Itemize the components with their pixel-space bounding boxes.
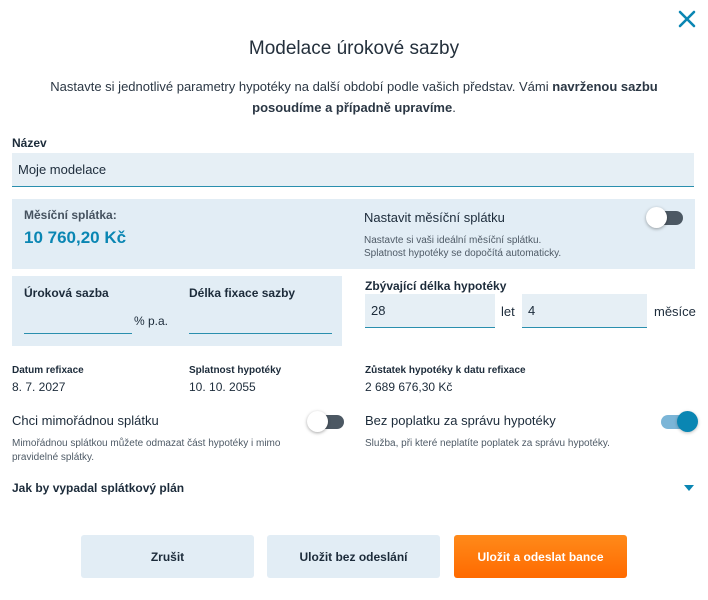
save-and-send-button[interactable]: Uložit a odeslat bance [454, 535, 627, 578]
help-line: Splatnost hypotéky se dopočítá automatic… [364, 248, 562, 259]
save-without-sending-button[interactable]: Uložit bez odeslání [267, 535, 440, 578]
monthly-payment-value: 10 760,20 Kč [24, 228, 127, 247]
set-monthly-payment-help: Nastavte si vaši ideální měsíční splátku… [364, 234, 624, 260]
monthly-payment-label: Měsíční splátka: [24, 208, 117, 222]
interest-rate-unit: % p.a. [134, 314, 169, 328]
maturity-value: 10. 10. 2055 [189, 380, 256, 394]
remaining-years-input[interactable] [365, 294, 495, 328]
set-monthly-payment-label: Nastavit měsíční splátku [364, 210, 505, 225]
dialog-title: Modelace úrokové sazby [248, 38, 460, 59]
years-unit: let [501, 304, 515, 319]
repayment-plan-expander[interactable]: Jak by vypadal splátkový plán [12, 476, 696, 500]
repayment-plan-label: Jak by vypadal splátkový plán [12, 481, 185, 495]
intro-suffix: . [452, 100, 456, 115]
intro-text: Nastavte si jednotlivé parametry hypoték… [50, 79, 553, 94]
close-button[interactable] [674, 6, 700, 32]
toggle-knob [677, 411, 698, 432]
no-fee-toggle[interactable] [661, 411, 698, 432]
toggle-knob [646, 207, 667, 228]
monthly-payment-panel: Měsíční splátka: 10 760,20 Kč Nastavit m… [12, 199, 695, 269]
name-label: Název [12, 136, 47, 150]
no-fee-help: Služba, při které neplatíte poplatek za … [365, 438, 610, 449]
dialog-intro: Nastavte si jednotlivé parametry hypoték… [14, 76, 694, 118]
extra-payment-toggle[interactable] [307, 411, 344, 432]
remaining-months-input[interactable] [522, 294, 647, 328]
balance-value: 2 689 676,30 Kč [365, 380, 453, 394]
help-line: pravidelné splátky. [12, 452, 95, 463]
fixation-length-label: Délka fixace sazby [189, 286, 296, 300]
fixation-length-input[interactable] [189, 312, 332, 334]
toggle-knob [307, 411, 328, 432]
no-fee-label: Bez poplatku za správu hypotéky [365, 413, 556, 428]
maturity-label: Splatnost hypotéky [189, 365, 282, 376]
help-line: Nastavte si vaši ideální měsíční splátku… [364, 235, 542, 246]
refix-date-value: 8. 7. 2027 [12, 380, 66, 394]
interest-rate-label: Úroková sazba [24, 286, 109, 300]
refix-date-label: Datum refixace [12, 365, 84, 376]
extra-payment-help: Mimořádnou splátkou můžete odmazat část … [12, 437, 332, 465]
close-icon [678, 10, 696, 28]
balance-label: Zůstatek hypotéky k datu refixace [365, 365, 526, 376]
cancel-button[interactable]: Zrušit [81, 535, 254, 578]
interest-rate-panel: Úroková sazba % p.a. Délka fixace sazby [12, 276, 342, 346]
name-input[interactable] [12, 153, 694, 187]
help-line: Mimořádnou splátkou můžete odmazat část … [12, 438, 281, 449]
months-unit: měsíce [654, 304, 696, 319]
remaining-length-label: Zbývající délka hypotéky [365, 279, 507, 293]
set-monthly-payment-toggle[interactable] [646, 207, 683, 228]
extra-payment-label: Chci mimořádnou splátku [12, 413, 159, 428]
interest-rate-input[interactable] [24, 312, 132, 334]
chevron-down-icon [684, 485, 694, 491]
